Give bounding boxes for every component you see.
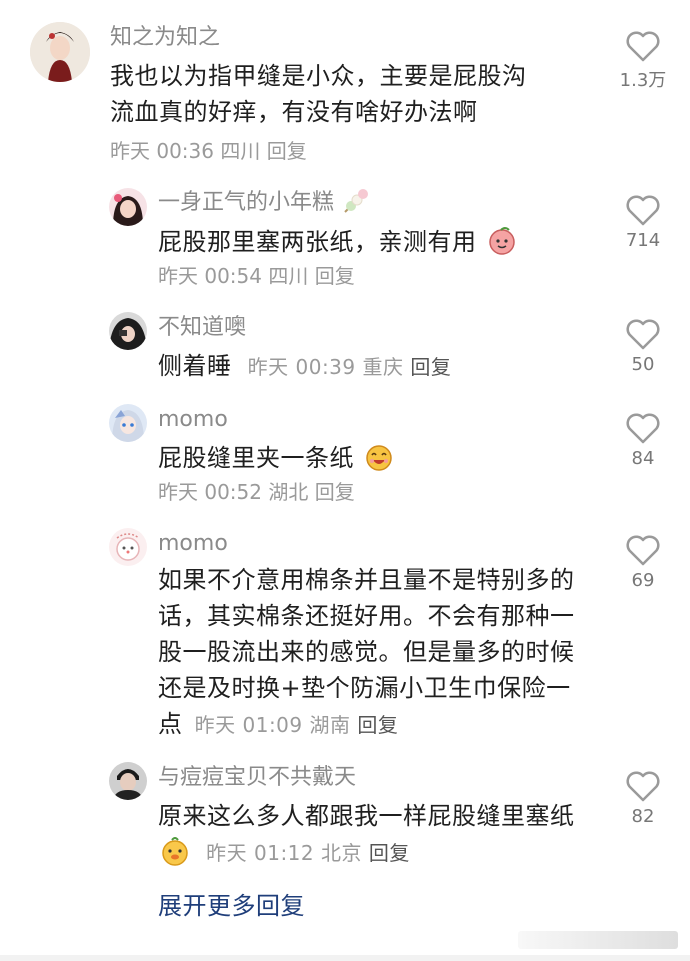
expand-more-replies-button[interactable]: 展开更多回复 <box>158 888 305 924</box>
username[interactable]: momo <box>158 406 228 434</box>
grinning-face-emoji-icon <box>366 445 392 471</box>
peach-emoji-icon <box>488 227 515 255</box>
username[interactable]: momo <box>158 530 228 558</box>
comment-location: 北京 <box>321 841 362 865</box>
comment-text: 侧着睡 昨天 00:39 重庆 回复 <box>158 352 452 380</box>
like-button[interactable]: 50 <box>613 318 673 375</box>
heart-outline-icon <box>626 535 660 566</box>
heart-outline-icon <box>626 771 660 802</box>
comment-time: 昨天 00:52 <box>158 480 262 504</box>
comment-location: 重庆 <box>362 355 404 379</box>
reply-button[interactable]: 回复 <box>315 264 355 288</box>
like-button[interactable]: 714 <box>613 194 673 251</box>
reply-item: 不知道噢 侧着睡 昨天 00:39 重庆 回复 50 <box>0 306 690 390</box>
watermark <box>518 931 678 949</box>
heart-outline-icon <box>626 31 660 62</box>
comment-meta: 昨天 00:54 四川 回复 <box>158 262 355 290</box>
comment-time: 昨天 00:36 <box>110 139 214 163</box>
comment-text: 屁股那里塞两张纸，亲测有用 <box>158 224 578 260</box>
reply-button[interactable]: 回复 <box>357 713 398 737</box>
avatar[interactable] <box>30 22 90 82</box>
comment-time: 昨天 00:39 <box>247 355 356 379</box>
like-count: 50 <box>631 354 655 375</box>
like-button[interactable]: 1.3万 <box>613 30 673 92</box>
comment-time: 昨天 01:09 <box>194 713 303 737</box>
reply-button[interactable]: 回复 <box>410 355 451 379</box>
like-button[interactable]: 84 <box>613 412 673 469</box>
divider <box>0 955 690 961</box>
comment-location: 四川 <box>268 264 309 288</box>
comment-text: 原来这么多人都跟我一样屁股缝里塞纸 昨天 01:12 北京 回复 <box>158 802 575 866</box>
comment-location: 湖北 <box>268 480 309 504</box>
avatar[interactable] <box>109 312 147 350</box>
reply-button[interactable]: 回复 <box>267 139 307 163</box>
avatar[interactable] <box>109 762 147 800</box>
username[interactable]: 不知道噢 <box>158 314 246 342</box>
duck-face-emoji-icon <box>162 837 188 866</box>
avatar[interactable] <box>109 188 147 226</box>
reply-item: 与痘痘宝贝不共戴天 原来这么多人都跟我一样屁股缝里塞纸 昨天 01:12 北京 … <box>0 758 690 878</box>
reply-button[interactable]: 回复 <box>315 480 355 504</box>
reply-item: 一身正气的小年糕 屁股那里塞两张纸，亲测有用 昨天 00:54 四川 回复 71… <box>0 180 690 290</box>
reply-item: momo 屁股缝里夹一条纸 昨天 00:52 湖北 回复 84 <box>0 400 690 510</box>
like-count: 1.3万 <box>619 70 667 91</box>
comment-text: 屁股缝里夹一条纸 <box>158 440 588 476</box>
comment-time: 昨天 00:54 <box>158 264 262 288</box>
comment-location: 湖南 <box>309 713 351 737</box>
comment-time: 昨天 01:12 <box>206 841 315 865</box>
username[interactable]: 知之为知之 <box>110 24 220 52</box>
comment-text: 我也以为指甲缝是小众，主要是屁股沟流血真的好痒，有没有啥好办法啊 <box>110 62 527 126</box>
comment-item: 知之为知之 我也以为指甲缝是小众，主要是屁股沟流血真的好痒，有没有啥好办法啊 昨… <box>0 0 690 170</box>
dango-sticker-icon <box>344 189 369 213</box>
avatar[interactable] <box>109 404 147 442</box>
username[interactable]: 一身正气的小年糕 <box>158 188 371 217</box>
heart-outline-icon <box>626 319 660 350</box>
like-button[interactable]: 69 <box>613 534 673 591</box>
username[interactable]: 与痘痘宝贝不共戴天 <box>158 764 356 792</box>
reply-item: momo 如果不介意用棉条并且量不是特别多的话，其实棉条还挺好用。不会有那种一股… <box>0 524 690 750</box>
like-count: 82 <box>631 806 655 827</box>
like-count: 714 <box>625 230 661 251</box>
comment-meta: 昨天 00:36 四川 回复 <box>110 137 307 165</box>
comment-meta: 昨天 00:52 湖北 回复 <box>158 478 355 506</box>
reply-button[interactable]: 回复 <box>369 841 410 865</box>
avatar[interactable] <box>109 528 147 566</box>
heart-outline-icon <box>626 413 660 444</box>
like-button[interactable]: 82 <box>613 770 673 827</box>
like-count: 84 <box>631 448 655 469</box>
like-count: 69 <box>631 570 655 591</box>
comment-location: 四川 <box>220 139 261 163</box>
heart-outline-icon <box>626 195 660 226</box>
comment-text: 如果不介意用棉条并且量不是特别多的话，其实棉条还挺好用。不会有那种一股一股流出来… <box>158 566 575 738</box>
